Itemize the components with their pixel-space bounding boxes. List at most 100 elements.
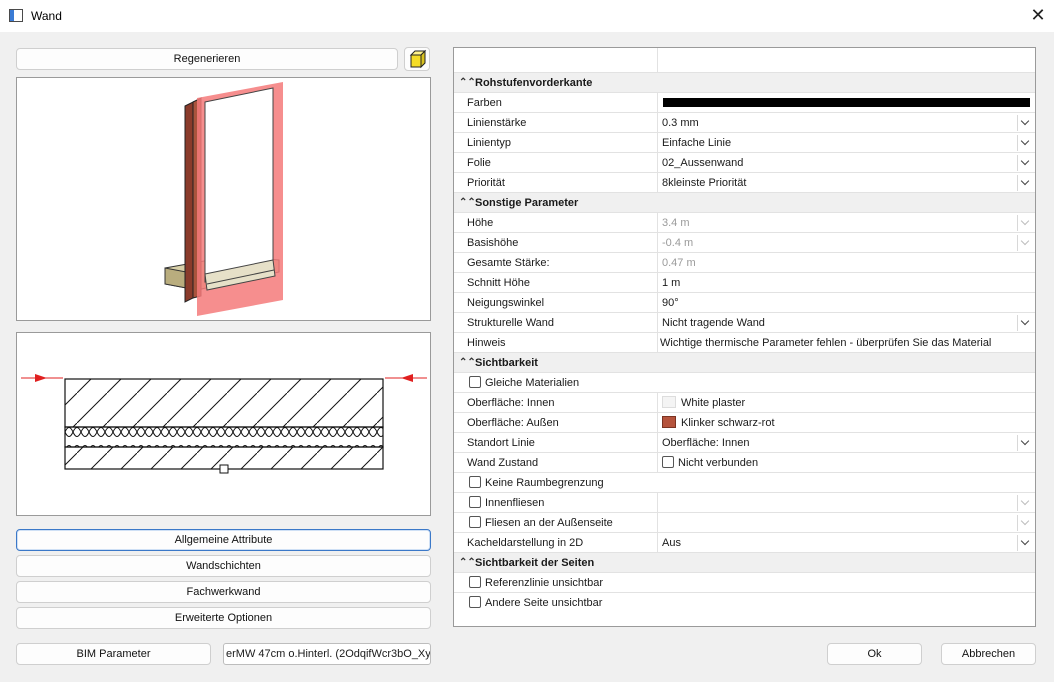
prop-strukturelle-wand[interactable]: Strukturelle Wand Nicht tragende Wand xyxy=(454,313,1035,333)
checkbox-icon[interactable] xyxy=(469,576,481,588)
prop-fliesen-aussen[interactable]: Fliesen an der Außenseite xyxy=(454,513,1035,533)
chevron-down-icon[interactable] xyxy=(1017,435,1033,451)
prop-oberflaeche-aussen[interactable]: Oberfläche: Außen Klinker schwarz-rot xyxy=(454,413,1035,433)
prop-gesamte-staerke: Gesamte Stärke: 0.47 m xyxy=(454,253,1035,273)
category-sonstige-parameter[interactable]: ⌃⌃ Sonstige Parameter xyxy=(454,193,1035,213)
strukturelle-wand-select[interactable]: Nicht tragende Wand xyxy=(659,313,1035,333)
category-sichtbarkeit[interactable]: ⌃⌃ Sichtbarkeit xyxy=(454,353,1035,373)
standort-linie-select[interactable]: Oberfläche: Innen xyxy=(659,433,1035,453)
prop-neigungswinkel[interactable]: Neigungswinkel 90° xyxy=(454,293,1035,313)
hinweis-text: Wichtige thermische Parameter fehlen - ü… xyxy=(660,337,992,349)
prop-schnitt-hoehe[interactable]: Schnitt Höhe 1 m xyxy=(454,273,1035,293)
keine-raumbegrenzung-checkbox[interactable]: Keine Raumbegrenzung xyxy=(454,473,1035,493)
prop-label: Neigungswinkel xyxy=(454,293,658,313)
checkbox-icon[interactable] xyxy=(469,596,481,608)
chevron-down-icon[interactable] xyxy=(1017,135,1033,151)
basishoehe-select[interactable]: -0.4 m xyxy=(659,233,1035,253)
innenfliesen-select[interactable] xyxy=(659,493,1035,513)
category-label: Sichtbarkeit der Seiten xyxy=(475,557,595,569)
gleiche-materialien-checkbox[interactable]: Gleiche Materialien xyxy=(454,373,1035,393)
kacheldarstellung-select[interactable]: Aus xyxy=(659,533,1035,553)
checkbox-icon[interactable] xyxy=(469,476,481,488)
prop-label: Höhe xyxy=(454,213,658,233)
prop-linientyp[interactable]: Linientyp Einfache Linie xyxy=(454,133,1035,153)
tab-allgemeine-attribute[interactable]: Allgemeine Attribute xyxy=(16,529,431,551)
referenzlinie-checkbox[interactable]: Referenzlinie unsichtbar xyxy=(454,573,1035,593)
prop-andere-seite[interactable]: Andere Seite unsichtbar xyxy=(454,593,1035,613)
category-rohstufenvorderkante[interactable]: ⌃⌃ Rohstufenvorderkante xyxy=(454,73,1035,93)
collapse-icon[interactable]: ⌃⌃ xyxy=(459,553,476,573)
linientyp-select[interactable]: Einfache Linie xyxy=(659,133,1035,153)
chevron-down-icon[interactable] xyxy=(1017,535,1033,551)
wall-3d-preview[interactable] xyxy=(16,77,431,321)
collapse-icon[interactable]: ⌃⌃ xyxy=(459,193,476,213)
prop-linienstaerke[interactable]: Linienstärke 0.3 mm xyxy=(454,113,1035,133)
wall-section-view[interactable] xyxy=(16,332,431,516)
chevron-down-icon[interactable] xyxy=(1017,115,1033,131)
close-icon[interactable]: ✕ xyxy=(1026,4,1050,28)
category-sichtbarkeit-der-seiten[interactable]: ⌃⌃ Sichtbarkeit der Seiten xyxy=(454,553,1035,573)
ok-button[interactable]: Ok xyxy=(827,643,922,665)
bim-parameter-button[interactable]: BIM Parameter xyxy=(16,643,211,665)
prop-gleiche-materialien[interactable]: Gleiche Materialien xyxy=(454,373,1035,393)
folie-select[interactable]: 02_Aussenwand xyxy=(659,153,1035,173)
collapse-icon[interactable]: ⌃⌃ xyxy=(459,73,476,93)
checkbox-label: Referenzlinie unsichtbar xyxy=(485,577,604,589)
checkbox-icon[interactable] xyxy=(469,516,481,528)
fliesen-aussen-select[interactable] xyxy=(659,513,1035,533)
chevron-down-icon[interactable] xyxy=(1017,215,1033,231)
prop-label: Linientyp xyxy=(454,133,658,153)
prop-value: -0.4 m xyxy=(662,237,694,249)
prop-label: Strukturelle Wand xyxy=(454,313,658,333)
prop-keine-raumbegrenzung[interactable]: Keine Raumbegrenzung xyxy=(454,473,1035,493)
cancel-button[interactable]: Abbrechen xyxy=(941,643,1036,665)
tab-wandschichten[interactable]: Wandschichten xyxy=(16,555,431,577)
prop-label: Linienstärke xyxy=(454,113,658,133)
chevron-down-icon[interactable] xyxy=(1017,515,1033,531)
linienstaerke-select[interactable]: 0.3 mm xyxy=(659,113,1035,133)
material-id-field[interactable]: erMW 47cm o.Hinterl. (2OdqifWcr3bO_Xym xyxy=(223,643,431,665)
prop-folie[interactable]: Folie 02_Aussenwand xyxy=(454,153,1035,173)
hoehe-select[interactable]: 3.4 m xyxy=(659,213,1035,233)
tab-fachwerkwand[interactable]: Fachwerkwand xyxy=(16,581,431,603)
prioritaet-select[interactable]: 8kleinste Priorität xyxy=(659,173,1035,193)
window-title: Wand xyxy=(31,9,62,23)
neigungswinkel-input[interactable]: 90° xyxy=(659,293,1035,313)
checkbox-icon[interactable] xyxy=(469,496,481,508)
prop-value: 02_Aussenwand xyxy=(662,157,744,169)
grid-header-name xyxy=(454,48,658,73)
prop-wand-zustand[interactable]: Wand Zustand Nicht verbunden xyxy=(454,453,1035,473)
prop-standort-linie[interactable]: Standort Linie Oberfläche: Innen xyxy=(454,433,1035,453)
3d-view-button[interactable] xyxy=(404,47,430,71)
material-aussen-value[interactable]: Klinker schwarz-rot xyxy=(659,413,1035,433)
prop-oberflaeche-innen[interactable]: Oberfläche: Innen White plaster xyxy=(454,393,1035,413)
prop-kacheldarstellung[interactable]: Kacheldarstellung in 2D Aus xyxy=(454,533,1035,553)
wand-zustand-checkbox[interactable]: Nicht verbunden xyxy=(659,453,1035,473)
checkbox-icon[interactable] xyxy=(662,456,674,468)
checkbox-label: Gleiche Materialien xyxy=(485,377,580,389)
chevron-down-icon[interactable] xyxy=(1017,315,1033,331)
chevron-down-icon[interactable] xyxy=(1017,175,1033,191)
prop-referenzlinie[interactable]: Referenzlinie unsichtbar xyxy=(454,573,1035,593)
title-bar: Wand ✕ xyxy=(0,0,1054,32)
material-innen-value[interactable]: White plaster xyxy=(659,393,1035,413)
prop-innenfliesen[interactable]: Innenfliesen xyxy=(454,493,1035,513)
chevron-down-icon[interactable] xyxy=(1017,495,1033,511)
andere-seite-checkbox[interactable]: Andere Seite unsichtbar xyxy=(454,593,1035,613)
tab-erweiterte-optionen[interactable]: Erweiterte Optionen xyxy=(16,607,431,629)
prop-value: Nicht tragende Wand xyxy=(662,317,765,329)
checkbox-icon[interactable] xyxy=(469,376,481,388)
prop-label: Oberfläche: Außen xyxy=(454,413,658,433)
chevron-down-icon[interactable] xyxy=(1017,155,1033,171)
fliesen-aussen-checkbox[interactable]: Fliesen an der Außenseite xyxy=(454,513,658,533)
innenfliesen-checkbox[interactable]: Innenfliesen xyxy=(454,493,658,513)
schnitt-hoehe-input[interactable]: 1 m xyxy=(659,273,1035,293)
collapse-icon[interactable]: ⌃⌃ xyxy=(459,353,476,373)
prop-basishoehe[interactable]: Basishöhe -0.4 m xyxy=(454,233,1035,253)
prop-prioritaet[interactable]: Priorität 8kleinste Priorität xyxy=(454,173,1035,193)
color-value[interactable] xyxy=(659,93,1035,113)
prop-hoehe[interactable]: Höhe 3.4 m xyxy=(454,213,1035,233)
prop-farben[interactable]: Farben xyxy=(454,93,1035,113)
chevron-down-icon[interactable] xyxy=(1017,235,1033,251)
regenerate-button[interactable]: Regenerieren xyxy=(16,48,398,70)
